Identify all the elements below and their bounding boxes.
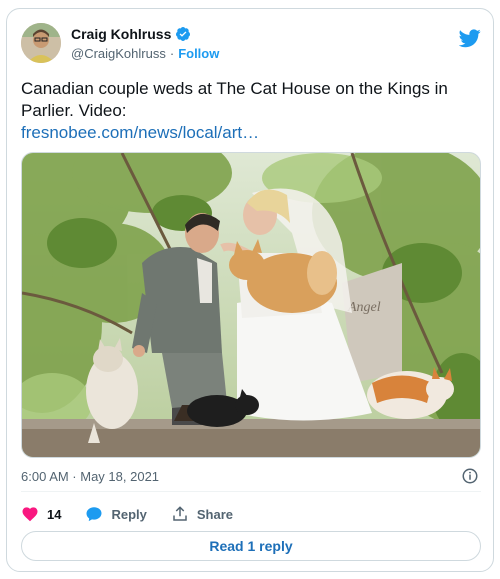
separator-dot: · xyxy=(169,46,175,61)
like-count: 14 xyxy=(47,506,62,522)
divider xyxy=(21,491,481,492)
like-button[interactable]: 14 xyxy=(21,505,61,523)
reply-label: Reply xyxy=(111,506,147,522)
follow-button[interactable]: Follow xyxy=(178,46,219,61)
read-reply-button[interactable]: Read 1 reply xyxy=(21,531,481,561)
tweet-media-photo[interactable]: Angel xyxy=(21,152,481,458)
share-button[interactable]: Share xyxy=(171,505,233,523)
tweet-timestamp[interactable]: 6:00 AM · May 18, 2021 xyxy=(21,469,159,484)
share-label: Share xyxy=(196,506,234,522)
share-upload-icon xyxy=(173,506,187,521)
tweet-card[interactable]: Craig Kohlruss @CraigKohlruss · Follow C… xyxy=(6,8,494,572)
wedding-photo: Angel xyxy=(22,153,480,457)
twitter-bird-icon[interactable] xyxy=(459,27,481,49)
reply-bubble-icon xyxy=(86,507,102,522)
author-name[interactable]: Craig Kohlruss xyxy=(71,26,171,42)
author-handle[interactable]: @CraigKohlruss xyxy=(71,46,166,61)
angel-sign-text: Angel xyxy=(347,300,381,315)
verified-badge-icon xyxy=(176,27,191,42)
tweet-header: Craig Kohlruss @CraigKohlruss · Follow xyxy=(21,23,481,67)
reply-button[interactable]: Reply xyxy=(85,505,147,523)
avatar[interactable] xyxy=(21,23,61,63)
author-name-line: Craig Kohlruss xyxy=(71,26,191,42)
tweet-text: Canadian couple weds at The Cat House on… xyxy=(21,79,448,120)
tweet-actions: 14 Reply Share xyxy=(21,503,481,525)
info-icon[interactable] xyxy=(461,467,479,485)
tweet-link[interactable]: fresnobee.com/news/local/art… xyxy=(21,122,259,144)
heart-icon xyxy=(22,507,38,522)
author-handle-line: @CraigKohlruss · Follow xyxy=(71,46,219,61)
